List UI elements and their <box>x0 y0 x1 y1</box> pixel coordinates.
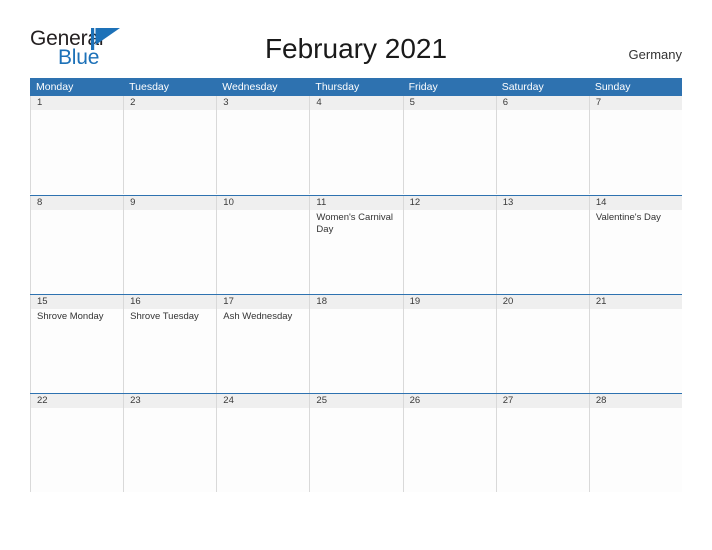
day-event-label: Shrove Tuesday <box>130 311 199 322</box>
weekday-header-row: Monday Tuesday Wednesday Thursday Friday… <box>30 78 682 96</box>
calendar-week-cells: 22 23 24 25 26 27 28 <box>30 394 682 492</box>
calendar-day-cell[interactable]: 7 <box>588 96 682 194</box>
calendar-page: General Blue February 2021 Germany Monda… <box>0 0 712 550</box>
day-event-label: Shrove Monday <box>37 311 104 322</box>
calendar-week-row: 1 2 3 4 5 6 7 <box>30 96 682 195</box>
day-number-band <box>31 196 124 210</box>
calendar-day-cell[interactable]: 19 <box>402 295 496 393</box>
weekday-header-sunday: Sunday <box>594 81 631 93</box>
day-number: 24 <box>223 395 234 406</box>
day-number-band <box>124 96 217 110</box>
day-number: 6 <box>502 97 508 108</box>
day-events: Shrove Tuesday <box>130 311 212 324</box>
calendar-grid: Monday Tuesday Wednesday Thursday Friday… <box>30 78 682 492</box>
day-number: 4 <box>316 97 322 108</box>
page-title: February 2021 <box>264 33 448 64</box>
day-number: 25 <box>316 395 327 406</box>
day-number: 3 <box>223 97 229 108</box>
day-number: 1 <box>37 97 43 108</box>
day-number: 5 <box>409 97 415 108</box>
weekday-header-friday: Friday <box>408 81 438 93</box>
calendar-week-row: 8 9 10 11 Women's Carnival Day 12 13 14 Valentin… <box>30 195 682 294</box>
calendar-day-cell[interactable]: 6 <box>495 96 589 194</box>
calendar-day-cell[interactable]: 24 <box>216 394 310 492</box>
calendar-day-cell[interactable]: 26 <box>402 394 496 492</box>
day-number: 2 <box>130 97 136 108</box>
page-header: General Blue February 2021 Germany <box>0 0 712 78</box>
calendar-day-cell[interactable]: 11 Women's Carnival Day <box>309 196 403 294</box>
day-event-label: Valentine's Day <box>595 212 661 223</box>
calendar-day-cell[interactable]: 10 <box>216 196 310 294</box>
day-number: 11 <box>316 197 327 208</box>
calendar-week-row: 22 23 24 25 26 27 28 <box>30 393 682 492</box>
day-number-band <box>310 96 403 110</box>
calendar-day-cell[interactable]: 28 <box>588 394 682 492</box>
weekday-header-wednesday: Wednesday <box>222 81 278 93</box>
day-number-band <box>403 96 496 110</box>
locale-label: Germany <box>628 47 682 62</box>
calendar-day-cell[interactable]: 8 <box>30 196 124 294</box>
weekday-header-monday: Monday <box>36 81 74 93</box>
calendar-weeks: 1 2 3 4 5 6 7 8 9 10 11 Women's Carnival Day 12 13 14 V… <box>30 96 682 492</box>
calendar-day-cell[interactable]: 1 <box>30 96 124 194</box>
day-number: 14 <box>595 197 607 208</box>
day-number: 7 <box>595 97 602 108</box>
day-number: 23 <box>130 395 141 406</box>
calendar-day-cell[interactable]: 5 <box>402 96 496 194</box>
day-number: 9 <box>130 197 136 208</box>
day-number: 26 <box>409 395 421 406</box>
day-number: 21 <box>595 296 607 307</box>
calendar-day-cell[interactable]: 13 <box>495 196 589 294</box>
calendar-day-cell[interactable]: 20 <box>495 295 589 393</box>
calendar-week-row: 15 Shrove Monday 16 Shrove Tuesday 17 Ash Wed… <box>30 294 682 393</box>
day-number: 16 <box>130 296 141 307</box>
weekday-header-thursday: Thursday <box>315 81 360 93</box>
calendar-day-cell[interactable]: 2 <box>123 96 217 194</box>
day-event-label: Women's Carnival Day <box>316 212 394 235</box>
calendar-day-cell[interactable]: 22 <box>30 394 124 492</box>
calendar-week-cells: 15 Shrove Monday 16 Shrove Tuesday 17 Ash Wed… <box>30 295 682 393</box>
calendar-day-cell[interactable]: 17 Ash Wednesday <box>216 295 310 393</box>
calendar-day-cell[interactable]: 9 <box>123 196 217 294</box>
weekday-header-tuesday: Tuesday <box>129 81 170 93</box>
calendar-day-cell[interactable]: 16 Shrove Tuesday <box>123 295 217 393</box>
calendar-day-cell[interactable]: 12 <box>402 196 496 294</box>
day-number: 8 <box>37 197 43 208</box>
calendar-week-cells: 8 9 10 11 Women's Carnival Day 12 13 14 Valentin… <box>30 196 682 294</box>
weekday-header-saturday: Saturday <box>501 81 544 93</box>
day-events: Valentine's Day <box>596 212 678 225</box>
day-number-band <box>589 96 682 110</box>
day-number-band <box>124 196 217 210</box>
calendar-day-cell[interactable]: 4 <box>309 96 403 194</box>
calendar-day-cell[interactable]: 23 <box>123 394 217 492</box>
day-number: 15 <box>37 296 48 307</box>
day-number: 20 <box>502 296 514 307</box>
day-number: 19 <box>409 296 421 307</box>
calendar-day-cell[interactable]: 15 Shrove Monday <box>30 295 124 393</box>
day-number: 27 <box>502 395 514 406</box>
calendar-day-cell[interactable]: 18 <box>309 295 403 393</box>
day-number: 12 <box>409 197 421 208</box>
day-number-band <box>31 96 124 110</box>
day-number: 17 <box>223 296 234 307</box>
calendar-day-cell[interactable]: 14 Valentine's Day <box>588 196 682 294</box>
calendar-week-cells: 1 2 3 4 5 6 7 <box>30 96 682 194</box>
day-events: Ash Wednesday <box>223 311 305 324</box>
day-number-band <box>217 96 310 110</box>
day-number-band <box>496 96 589 110</box>
day-number: 18 <box>316 296 327 307</box>
calendar-day-cell[interactable]: 25 <box>309 394 403 492</box>
day-number: 22 <box>37 395 48 406</box>
day-number: 10 <box>223 197 234 208</box>
day-events: Women's Carnival Day <box>316 212 398 236</box>
calendar-day-cell[interactable]: 21 <box>588 295 682 393</box>
day-number: 13 <box>502 197 514 208</box>
day-number: 28 <box>595 395 607 406</box>
calendar-day-cell[interactable]: 3 <box>216 96 310 194</box>
calendar-day-cell[interactable]: 27 <box>495 394 589 492</box>
day-events: Shrove Monday <box>37 311 119 324</box>
day-event-label: Ash Wednesday <box>223 311 293 322</box>
